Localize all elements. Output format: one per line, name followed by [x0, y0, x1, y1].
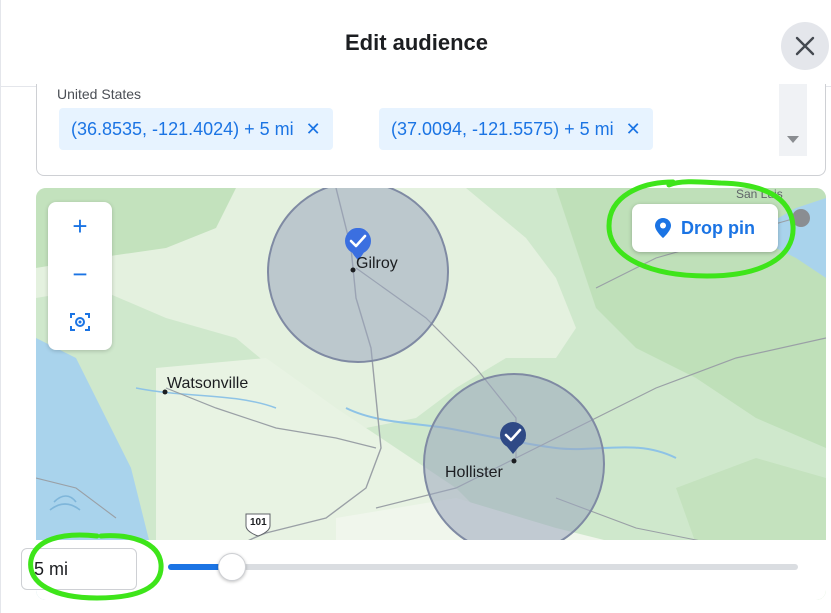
- drop-pin-button[interactable]: Drop pin: [632, 204, 778, 252]
- locate-icon: [70, 313, 90, 331]
- scroll-down-arrow[interactable]: [787, 136, 799, 143]
- remove-location-button[interactable]: ✕: [626, 119, 641, 140]
- radius-value-field[interactable]: 5 mi: [21, 548, 137, 590]
- map-pin-icon: [655, 218, 671, 238]
- close-button[interactable]: [781, 22, 829, 70]
- country-label: United States: [57, 86, 142, 102]
- city-label-gilroy: Gilroy: [356, 255, 398, 272]
- map-area[interactable]: Gilroy Watsonville Hollister 101 San Lui…: [36, 188, 826, 600]
- map-zoom-controls: + −: [48, 202, 112, 350]
- drop-pin-label: Drop pin: [681, 217, 755, 238]
- locate-me-button[interactable]: [48, 298, 112, 346]
- zoom-out-button[interactable]: −: [48, 250, 112, 298]
- edit-audience-dialog: Edit audience United States (36.8535, -1…: [0, 0, 831, 613]
- selected-locations-box: United States (36.8535, -121.4024) + 5 m…: [36, 84, 826, 176]
- radius-slider-track[interactable]: [168, 564, 798, 570]
- city-label-san-luis: San Luis: [736, 188, 783, 201]
- location-chip-1: (36.8535, -121.4024) + 5 mi ✕: [59, 108, 333, 150]
- location-chip-label: (37.0094, -121.5575) + 5 mi: [391, 118, 614, 139]
- radius-value: 5 mi: [34, 558, 69, 579]
- city-label-watsonville: Watsonville: [167, 375, 249, 392]
- location-chip-label: (36.8535, -121.4024) + 5 mi: [71, 118, 294, 139]
- dialog-header: Edit audience: [1, 0, 831, 87]
- zoom-in-button[interactable]: +: [48, 202, 112, 250]
- location-chip-2: (37.0094, -121.5575) + 5 mi ✕: [379, 108, 653, 150]
- city-label-hollister: Hollister: [445, 464, 503, 481]
- scrollbar[interactable]: [779, 84, 807, 156]
- dialog-title: Edit audience: [344, 30, 489, 55]
- close-icon: [795, 36, 815, 56]
- remove-location-button[interactable]: ✕: [306, 119, 321, 140]
- highway-101-label: 101: [250, 517, 267, 528]
- radius-slider-bar: [36, 540, 826, 600]
- radius-slider-thumb[interactable]: [218, 553, 246, 581]
